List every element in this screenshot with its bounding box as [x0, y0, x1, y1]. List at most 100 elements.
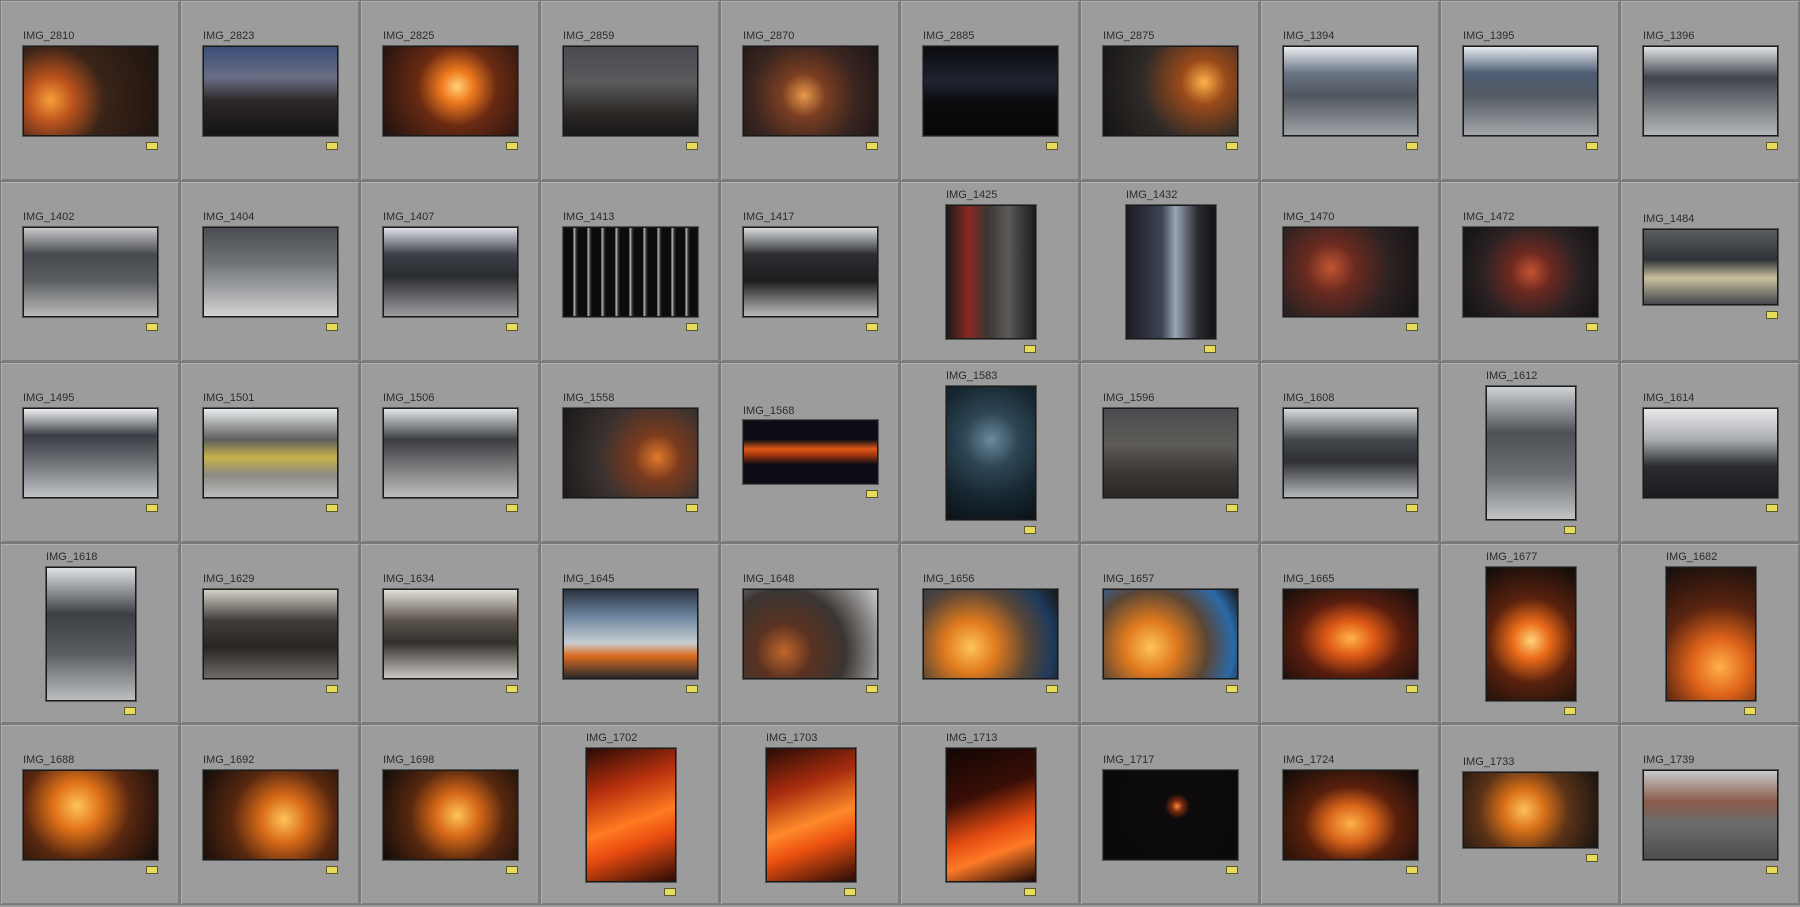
label-color-flag-icon[interactable] — [1024, 345, 1036, 353]
thumbnail-image[interactable] — [23, 227, 158, 317]
label-color-flag-icon[interactable] — [1024, 526, 1036, 534]
thumbnail-image[interactable] — [203, 589, 338, 679]
thumbnail-image[interactable] — [743, 227, 878, 317]
label-color-flag-icon[interactable] — [1564, 707, 1576, 715]
thumbnail-image[interactable] — [203, 227, 338, 317]
thumbnail-cell[interactable]: IMG_1648 — [720, 543, 900, 724]
thumbnail-cell[interactable]: IMG_1558 — [540, 362, 720, 543]
thumbnail-image[interactable] — [1486, 386, 1576, 520]
label-color-flag-icon[interactable] — [686, 685, 698, 693]
thumbnail-image[interactable] — [743, 589, 878, 679]
thumbnail-image[interactable] — [563, 408, 698, 498]
thumbnail-cell[interactable]: IMG_1702 — [540, 724, 720, 905]
thumbnail-image[interactable] — [383, 227, 518, 317]
thumbnail-image[interactable] — [23, 46, 158, 136]
label-color-flag-icon[interactable] — [1586, 142, 1598, 150]
thumbnail-cell[interactable]: IMG_1677 — [1440, 543, 1620, 724]
thumbnail-cell[interactable]: IMG_2885 — [900, 0, 1080, 181]
thumbnail-cell[interactable]: IMG_1417 — [720, 181, 900, 362]
label-color-flag-icon[interactable] — [506, 323, 518, 331]
label-color-flag-icon[interactable] — [866, 490, 878, 498]
thumbnail-cell[interactable]: IMG_2875 — [1080, 0, 1260, 181]
thumbnail-cell[interactable]: IMG_1618 — [0, 543, 180, 724]
thumbnail-image[interactable] — [923, 46, 1058, 136]
label-color-flag-icon[interactable] — [1046, 685, 1058, 693]
thumbnail-image[interactable] — [1643, 229, 1778, 305]
thumbnail-cell[interactable]: IMG_1413 — [540, 181, 720, 362]
label-color-flag-icon[interactable] — [844, 888, 856, 896]
label-color-flag-icon[interactable] — [866, 323, 878, 331]
thumbnail-cell[interactable]: IMG_1733 — [1440, 724, 1620, 905]
thumbnail-cell[interactable]: IMG_1407 — [360, 181, 540, 362]
thumbnail-cell[interactable]: IMG_1682 — [1620, 543, 1800, 724]
label-color-flag-icon[interactable] — [1406, 685, 1418, 693]
thumbnail-cell[interactable]: IMG_1703 — [720, 724, 900, 905]
thumbnail-image[interactable] — [1643, 408, 1778, 498]
thumbnail-image[interactable] — [743, 46, 878, 136]
thumbnail-cell[interactable]: IMG_1645 — [540, 543, 720, 724]
label-color-flag-icon[interactable] — [506, 142, 518, 150]
thumbnail-image[interactable] — [946, 205, 1036, 339]
thumbnail-cell[interactable]: IMG_1629 — [180, 543, 360, 724]
label-color-flag-icon[interactable] — [1586, 854, 1598, 862]
thumbnail-cell[interactable]: IMG_2859 — [540, 0, 720, 181]
thumbnail-image[interactable] — [1103, 46, 1238, 136]
thumbnail-cell[interactable]: IMG_1402 — [0, 181, 180, 362]
label-color-flag-icon[interactable] — [1766, 311, 1778, 319]
label-color-flag-icon[interactable] — [326, 504, 338, 512]
thumbnail-cell[interactable]: IMG_1394 — [1260, 0, 1440, 181]
thumbnail-cell[interactable]: IMG_1501 — [180, 362, 360, 543]
label-color-flag-icon[interactable] — [506, 504, 518, 512]
label-color-flag-icon[interactable] — [686, 323, 698, 331]
thumbnail-image[interactable] — [383, 46, 518, 136]
thumbnail-cell[interactable]: IMG_1724 — [1260, 724, 1440, 905]
label-color-flag-icon[interactable] — [146, 323, 158, 331]
label-color-flag-icon[interactable] — [506, 866, 518, 874]
thumbnail-cell[interactable]: IMG_1717 — [1080, 724, 1260, 905]
thumbnail-image[interactable] — [1103, 770, 1238, 860]
thumbnail-cell[interactable]: IMG_1395 — [1440, 0, 1620, 181]
label-color-flag-icon[interactable] — [1586, 323, 1598, 331]
label-color-flag-icon[interactable] — [686, 142, 698, 150]
label-color-flag-icon[interactable] — [866, 685, 878, 693]
label-color-flag-icon[interactable] — [866, 142, 878, 150]
thumbnail-cell[interactable]: IMG_2810 — [0, 0, 180, 181]
thumbnail-image[interactable] — [1666, 567, 1756, 701]
thumbnail-image[interactable] — [1283, 46, 1418, 136]
thumbnail-image[interactable] — [946, 748, 1036, 882]
label-color-flag-icon[interactable] — [686, 504, 698, 512]
thumbnail-cell[interactable]: IMG_1612 — [1440, 362, 1620, 543]
thumbnail-image[interactable] — [1486, 567, 1576, 701]
thumbnail-image[interactable] — [1126, 205, 1216, 339]
label-color-flag-icon[interactable] — [1024, 888, 1036, 896]
thumbnail-image[interactable] — [383, 770, 518, 860]
thumbnail-image[interactable] — [46, 567, 136, 701]
label-color-flag-icon[interactable] — [1406, 142, 1418, 150]
thumbnail-image[interactable] — [946, 386, 1036, 520]
thumbnail-cell[interactable]: IMG_1484 — [1620, 181, 1800, 362]
thumbnail-image[interactable] — [203, 408, 338, 498]
thumbnail-image[interactable] — [1463, 772, 1598, 848]
label-color-flag-icon[interactable] — [664, 888, 676, 896]
thumbnail-image[interactable] — [383, 408, 518, 498]
thumbnail-image[interactable] — [1283, 589, 1418, 679]
thumbnail-cell[interactable]: IMG_2823 — [180, 0, 360, 181]
thumbnail-cell[interactable]: IMG_1713 — [900, 724, 1080, 905]
thumbnail-image[interactable] — [1103, 589, 1238, 679]
thumbnail-cell[interactable]: IMG_1692 — [180, 724, 360, 905]
thumbnail-cell[interactable]: IMG_1404 — [180, 181, 360, 362]
label-color-flag-icon[interactable] — [1046, 142, 1058, 150]
thumbnail-image[interactable] — [1283, 770, 1418, 860]
label-color-flag-icon[interactable] — [124, 707, 136, 715]
thumbnail-image[interactable] — [1643, 770, 1778, 860]
thumbnail-cell[interactable]: IMG_2825 — [360, 0, 540, 181]
label-color-flag-icon[interactable] — [1564, 526, 1576, 534]
thumbnail-image[interactable] — [23, 408, 158, 498]
thumbnail-image[interactable] — [563, 46, 698, 136]
thumbnail-cell[interactable]: IMG_1614 — [1620, 362, 1800, 543]
thumbnail-image[interactable] — [203, 770, 338, 860]
thumbnail-cell[interactable]: IMG_1688 — [0, 724, 180, 905]
label-color-flag-icon[interactable] — [1226, 866, 1238, 874]
thumbnail-cell[interactable]: IMG_1634 — [360, 543, 540, 724]
thumbnail-cell[interactable]: IMG_1568 — [720, 362, 900, 543]
